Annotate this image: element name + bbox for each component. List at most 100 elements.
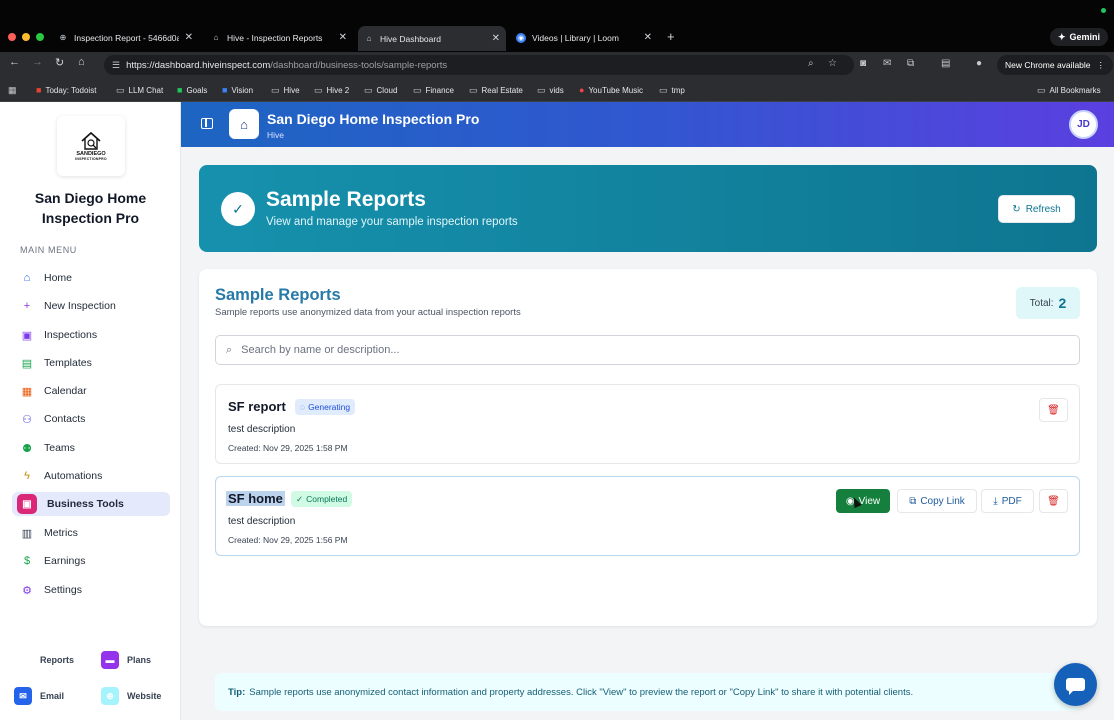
status-dot xyxy=(1101,8,1106,13)
report-created-date: Created: Nov 29, 2025 1:56 PM xyxy=(228,535,348,545)
user-avatar[interactable]: JD xyxy=(1069,110,1098,139)
copy-link-label: Copy Link xyxy=(920,495,965,507)
delete-report-button[interactable]: 🗑 xyxy=(1039,489,1068,513)
minimize-window-button[interactable] xyxy=(22,33,30,41)
sidebar-toggle-icon[interactable] xyxy=(201,118,213,129)
download-pdf-button[interactable]: ⤓ PDF xyxy=(981,489,1034,513)
back-arrow-icon[interactable]: ← xyxy=(9,56,20,68)
bookmark-finance[interactable]: ▭ Finance xyxy=(413,85,454,96)
close-tab-icon[interactable]: ✕ xyxy=(185,32,193,43)
bookmark-todoist[interactable]: ■ Today: Todoist xyxy=(36,85,96,95)
all-bookmarks[interactable]: ▭ All Bookmarks xyxy=(1037,85,1101,96)
sidebar-item-automations[interactable]: ϟ Automations xyxy=(12,464,170,488)
report-description: test description xyxy=(228,424,296,435)
view-report-button[interactable]: ◉ View xyxy=(836,489,890,513)
bookmark-label: vids xyxy=(549,86,564,95)
bookmark-label: Cloud xyxy=(376,86,398,95)
status-label: Completed xyxy=(306,494,348,504)
sidebar-item-calendar[interactable]: ▦ Calendar xyxy=(12,379,170,403)
footer-label: Plans xyxy=(127,655,152,665)
sidebar-item-templates[interactable]: ▤ Templates xyxy=(12,351,170,375)
sidebar-item-inspections[interactable]: ▣ Inspections xyxy=(12,323,170,347)
sidebar-item-contacts[interactable]: ⚇ Contacts xyxy=(12,407,170,431)
report-card[interactable]: SF report ◌ Generating test description … xyxy=(215,384,1080,464)
bookmark-vision[interactable]: ■ Vision xyxy=(222,85,253,95)
refresh-button[interactable]: ↻ Refresh xyxy=(998,195,1075,223)
browser-tab-hive-reports[interactable]: ⌂ Hive - Inspection Reports ✕ xyxy=(205,27,353,48)
sidebar-item-label: Contacts xyxy=(44,413,86,425)
delete-report-button[interactable]: 🗑 xyxy=(1039,398,1068,422)
status-label: Generating xyxy=(308,402,351,412)
sidebar-item-metrics[interactable]: ▥ Metrics xyxy=(12,521,170,545)
tip-text: Sample reports use anonymized contact in… xyxy=(249,686,914,698)
calendar-icon: ▦ xyxy=(21,385,33,398)
sidebar-item-settings[interactable]: ⚙ Settings xyxy=(12,578,170,602)
bookmark-label: Hive 2 xyxy=(326,86,350,95)
close-window-button[interactable] xyxy=(8,33,16,41)
footer-email-link[interactable]: ✉ Email xyxy=(14,687,64,705)
search-box[interactable]: ⌕ xyxy=(215,335,1080,365)
site-settings-icon[interactable]: ☰ xyxy=(112,60,120,71)
close-tab-icon[interactable]: ✕ xyxy=(339,32,347,43)
extensions-puzzle-icon[interactable]: ⧉ xyxy=(907,58,914,69)
camera-extension-icon[interactable]: ◙ xyxy=(860,58,866,69)
sheets-icon: ■ xyxy=(177,85,183,95)
reports-icon xyxy=(14,651,32,669)
reload-icon[interactable]: ↻ xyxy=(55,56,64,69)
chat-support-button[interactable] xyxy=(1054,663,1097,706)
loom-icon: ◉ xyxy=(516,32,526,43)
footer-website-link[interactable]: ⊕ Website xyxy=(101,687,161,705)
company-logo[interactable]: SANDIEGO INSPECTIONPRO xyxy=(57,116,125,176)
bookmark-hive[interactable]: ▭ Hive xyxy=(271,85,300,96)
bookmark-llm-chat[interactable]: ▭ LLM Chat xyxy=(116,85,163,96)
browser-tab-hive-dashboard[interactable]: ⌂ Hive Dashboard ✕ xyxy=(358,26,506,51)
browser-tab-inspection-report[interactable]: ⊕ Inspection Report - 5466d0a ✕ xyxy=(52,27,199,48)
maximize-window-button[interactable] xyxy=(36,33,44,41)
mail-extension-icon[interactable]: ✉ xyxy=(883,58,891,69)
profile-avatar-icon[interactable]: ● xyxy=(976,58,982,69)
home-icon: ⌂ xyxy=(23,272,31,284)
sidebar-item-home[interactable]: ⌂ Home xyxy=(12,266,170,290)
bookmark-goals[interactable]: ■ Goals xyxy=(177,85,207,95)
footer-reports-link[interactable]: Reports xyxy=(14,651,74,669)
sidebar-item-new-inspection[interactable]: + New Inspection xyxy=(12,294,170,318)
docs-icon: ■ xyxy=(222,85,228,95)
new-chrome-available-button[interactable]: New Chrome available ⋮ xyxy=(997,55,1114,75)
sidebar-item-earnings[interactable]: $ Earnings xyxy=(12,549,170,573)
bookmark-real-estate[interactable]: ▭ Real Estate xyxy=(469,85,523,96)
hive-icon: ⌂ xyxy=(213,33,219,42)
search-input[interactable] xyxy=(241,344,1042,356)
browser-tab-loom[interactable]: ◉ Videos | Library | Loom ✕ xyxy=(510,27,658,48)
panel-title: Sample Reports xyxy=(215,286,341,304)
users-icon: ⚇ xyxy=(22,413,32,426)
bookmark-star-icon[interactable]: ☆ xyxy=(828,58,837,69)
sidebar-item-teams[interactable]: ⚉ Teams xyxy=(12,436,170,460)
close-tab-icon[interactable]: ✕ xyxy=(492,33,500,44)
address-bar[interactable]: ☰ https://dashboard.hiveinspect.com/dash… xyxy=(104,55,854,75)
sidebar-item-business-tools[interactable]: ▣ Business Tools xyxy=(12,492,170,516)
bookmark-hive-2[interactable]: ▭ Hive 2 xyxy=(314,85,349,96)
plans-icon: ▬ xyxy=(101,651,119,669)
footer-label: Email xyxy=(40,691,65,701)
copy-link-button[interactable]: ⧉ Copy Link xyxy=(897,489,977,513)
sidebar: SANDIEGO INSPECTIONPRO San Diego Home In… xyxy=(0,102,181,720)
more-vert-icon[interactable]: ⋮ xyxy=(1097,60,1106,71)
side-panel-icon[interactable]: ▤ xyxy=(941,58,950,69)
bookmark-vids[interactable]: ▭ vids xyxy=(537,85,564,96)
close-tab-icon[interactable]: ✕ xyxy=(644,32,652,43)
tab-title: Hive Dashboard xyxy=(380,33,441,44)
footer-plans-link[interactable]: ▬ Plans xyxy=(101,651,151,669)
bookmark-youtube-music[interactable]: ● YouTube Music xyxy=(579,85,643,95)
zoom-icon[interactable]: ⌕ xyxy=(808,58,814,69)
header-subtitle: Hive xyxy=(267,130,285,140)
apps-grid-icon[interactable]: ▦ xyxy=(8,85,17,96)
gemini-button[interactable]: ✦ Gemini xyxy=(1049,28,1108,46)
new-tab-button[interactable]: + xyxy=(667,29,675,44)
bookmark-cloud[interactable]: ▭ Cloud xyxy=(364,85,397,96)
home-icon[interactable]: ⌂ xyxy=(78,56,85,68)
bar-chart-icon: ▥ xyxy=(21,527,33,540)
bookmark-tmp[interactable]: ▭ tmp xyxy=(659,85,685,96)
forward-arrow-icon[interactable]: → xyxy=(32,56,43,68)
url-host: https://dashboard.hiveinspect.com xyxy=(126,59,271,71)
report-card[interactable]: SF home ✓ Completed test description Cre… xyxy=(215,476,1080,556)
